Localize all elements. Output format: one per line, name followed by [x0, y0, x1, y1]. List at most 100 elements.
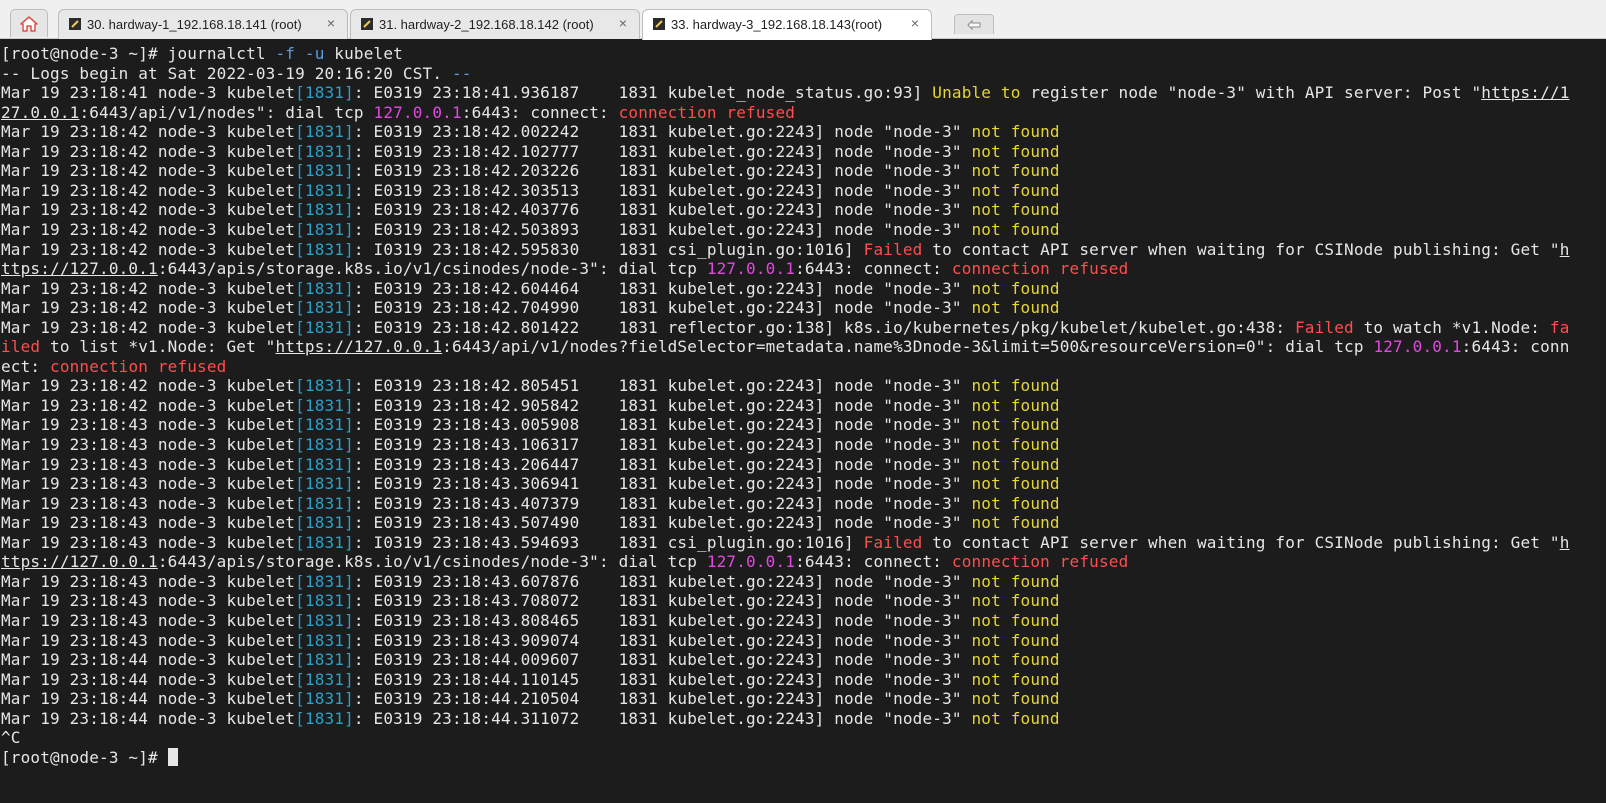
terminal-text: Mar 19 23:18:43 node-3 kubelet	[1, 610, 296, 630]
terminal-text: 27.0.0.1	[1, 102, 80, 122]
terminal-text: Mar 19 23:18:43 node-3 kubelet	[1, 415, 296, 435]
terminal-text: Mar 19 23:18:43 node-3 kubelet	[1, 454, 296, 474]
terminal-text: not found	[971, 141, 1060, 161]
new-tab-icon	[967, 19, 981, 30]
terminal-line: [root@node-3 ~]# journalctl -f -u kubele…	[1, 44, 403, 64]
tab-hardway-2[interactable]: 31. hardway-2_192.168.18.142 (root) ×	[350, 9, 640, 39]
terminal-line: Mar 19 23:18:42 node-3 kubelet[1831]: E0…	[1, 298, 1060, 318]
terminal-text: Failed	[1295, 317, 1354, 337]
terminal-text: : E0319 23:18:42.203226 1831 kubelet.go:…	[353, 161, 972, 181]
terminal-line: Mar 19 23:18:42 node-3 kubelet[1831]: E0…	[1, 200, 1060, 220]
terminal-text: not found	[971, 278, 1060, 298]
terminal-text: : E0319 23:18:44.110145 1831 kubelet.go:…	[353, 669, 972, 689]
terminal-text: iled	[1, 337, 41, 357]
terminal-line: ttps://127.0.0.1:6443/apis/storage.k8s.i…	[1, 259, 1128, 279]
terminal-text: Mar 19 23:18:42 node-3 kubelet	[1, 219, 296, 239]
terminal-line: Mar 19 23:18:43 node-3 kubelet[1831]: E0…	[1, 611, 1060, 631]
terminal-text: Mar 19 23:18:42 node-3 kubelet	[1, 317, 296, 337]
close-tab-icon[interactable]: ×	[619, 15, 627, 31]
terminal-text: : E0319 23:18:42.403776 1831 kubelet.go:…	[353, 200, 972, 220]
tab-label: 31. hardway-2_192.168.18.142 (root)	[379, 17, 594, 32]
terminal-text: : E0319 23:18:42.801422 1831 reflector.g…	[353, 317, 1295, 337]
terminal-line: Mar 19 23:18:42 node-3 kubelet[1831]: E0…	[1, 376, 1060, 396]
terminal-text: [1831]	[295, 317, 354, 337]
terminal-text: Failed	[863, 532, 923, 552]
terminal-text: Mar 19 23:18:43 node-3 kubelet	[1, 630, 296, 650]
terminal-text: Mar 19 23:18:42 node-3 kubelet	[1, 298, 296, 318]
terminal-line: ttps://127.0.0.1:6443/apis/storage.k8s.i…	[1, 552, 1128, 572]
tab-hardway-1[interactable]: 30. hardway-1_192.168.18.141 (root) ×	[58, 9, 348, 39]
terminal-line: Mar 19 23:18:43 node-3 kubelet[1831]: E0…	[1, 631, 1060, 651]
terminal-text: : E0319 23:18:43.106317 1831 kubelet.go:…	[353, 435, 972, 454]
close-tab-icon[interactable]: ×	[911, 15, 919, 31]
tab-bar: 30. hardway-1_192.168.18.141 (root) × 31…	[0, 0, 1606, 40]
terminal-text: not found	[971, 219, 1060, 239]
terminal-line: Mar 19 23:18:43 node-3 kubelet[1831]: E0…	[1, 591, 1060, 611]
terminal-text: : E0319 23:18:43.607876 1831 kubelet.go:…	[353, 571, 972, 591]
terminal-text: not found	[971, 298, 1060, 318]
terminal-text: connection refused	[618, 102, 796, 122]
terminal-text: Mar 19 23:18:44 node-3 kubelet	[1, 708, 296, 728]
terminal-text: [1831]	[295, 610, 354, 630]
terminal-text: h	[1559, 532, 1570, 552]
terminal-text: connection refused	[50, 356, 227, 376]
terminal-text: : E0319 23:18:41.936187 1831 kubelet_nod…	[353, 83, 933, 103]
terminal-text: Mar 19 23:18:43 node-3 kubelet	[1, 474, 296, 494]
terminal-text: fa	[1549, 317, 1570, 337]
terminal-text: Mar 19 23:18:44 node-3 kubelet	[1, 689, 296, 709]
terminal-line: Mar 19 23:18:43 node-3 kubelet[1831]: E0…	[1, 435, 1060, 455]
terminal-text: : E0319 23:18:44.210504 1831 kubelet.go:…	[353, 689, 972, 709]
terminal-text: : I0319 23:18:42.595830 1831 csi_plugin.…	[353, 239, 864, 259]
home-button[interactable]	[10, 9, 48, 37]
terminal-text: not found	[971, 610, 1060, 630]
terminal-text: not found	[971, 669, 1060, 689]
terminal-text: : E0319 23:18:42.303513 1831 kubelet.go:…	[353, 180, 972, 200]
terminal-text: not found	[971, 571, 1060, 591]
terminal-text: [1831]	[295, 435, 354, 454]
terminal-text: 127.0.0.1	[373, 102, 462, 122]
terminal-line: Mar 19 23:18:44 node-3 kubelet[1831]: E0…	[1, 709, 1060, 729]
terminal-text: [1831]	[295, 513, 354, 533]
terminal-line: iled to list *v1.Node: Get "https://127.…	[1, 337, 1570, 357]
terminal-text: connection refused	[951, 259, 1129, 279]
terminal-text: not found	[971, 122, 1060, 142]
terminal-text: not found	[971, 630, 1060, 650]
terminal-text: h	[1559, 239, 1570, 259]
terminal-output[interactable]: [root@node-3 ~]# journalctl -f -u kubele…	[0, 40, 1606, 803]
terminal-text: [1831]	[295, 689, 354, 709]
terminal-text: not found	[971, 513, 1060, 533]
terminal-text: not found	[971, 395, 1060, 415]
close-tab-icon[interactable]: ×	[327, 15, 335, 31]
terminal-text: 127.0.0.1	[706, 552, 796, 572]
terminal-cursor	[167, 747, 178, 766]
terminal-text: [1831]	[295, 532, 354, 552]
terminal-text: Mar 19 23:18:42 node-3 kubelet	[1, 141, 296, 161]
terminal-text: Unable to	[932, 83, 1021, 103]
terminal-text: [1831]	[295, 219, 354, 239]
terminal-text: :6443/apis/storage.k8s.io/v1/csinodes/no…	[157, 259, 707, 279]
terminal-text: : E0319 23:18:43.306941 1831 kubelet.go:…	[353, 474, 972, 494]
terminal-line: ect: connection refused	[1, 357, 226, 377]
terminal-text: [1831]	[295, 669, 354, 689]
terminal-line: Mar 19 23:18:43 node-3 kubelet[1831]: I0…	[1, 533, 1570, 553]
terminal-text: : E0319 23:18:43.206447 1831 kubelet.go:…	[353, 454, 972, 474]
terminal-line: Mar 19 23:18:42 node-3 kubelet[1831]: E0…	[1, 396, 1060, 416]
terminal-text: not found	[971, 376, 1060, 396]
terminal-text: [1831]	[295, 493, 354, 513]
terminal-text: : I0319 23:18:43.594693 1831 csi_plugin.…	[353, 532, 864, 552]
terminal-text: ttps://127.0.0.1	[1, 259, 158, 279]
terminal-text: not found	[971, 180, 1060, 200]
terminal-line: Mar 19 23:18:43 node-3 kubelet[1831]: E0…	[1, 494, 1060, 514]
terminal-line: Mar 19 23:18:42 node-3 kubelet[1831]: E0…	[1, 220, 1060, 240]
terminal-text: [1831]	[295, 650, 354, 670]
new-tab-button[interactable]	[954, 14, 994, 34]
tab-label: 30. hardway-1_192.168.18.141 (root)	[87, 17, 302, 32]
terminal-text: not found	[971, 161, 1060, 181]
tab-hardway-3[interactable]: 33. hardway-3_192.168.18.143(root) ×	[642, 9, 932, 40]
terminal-text: Mar 19 23:18:42 node-3 kubelet	[1, 395, 296, 415]
terminal-line: Mar 19 23:18:43 node-3 kubelet[1831]: E0…	[1, 455, 1060, 475]
terminal-text: [root@node-3 ~]#	[1, 747, 168, 767]
terminal-text: :6443: connect:	[795, 259, 952, 279]
terminal-line: Mar 19 23:18:42 node-3 kubelet[1831]: E0…	[1, 122, 1060, 142]
terminal-text: : E0319 23:18:42.102777 1831 kubelet.go:…	[353, 141, 972, 161]
